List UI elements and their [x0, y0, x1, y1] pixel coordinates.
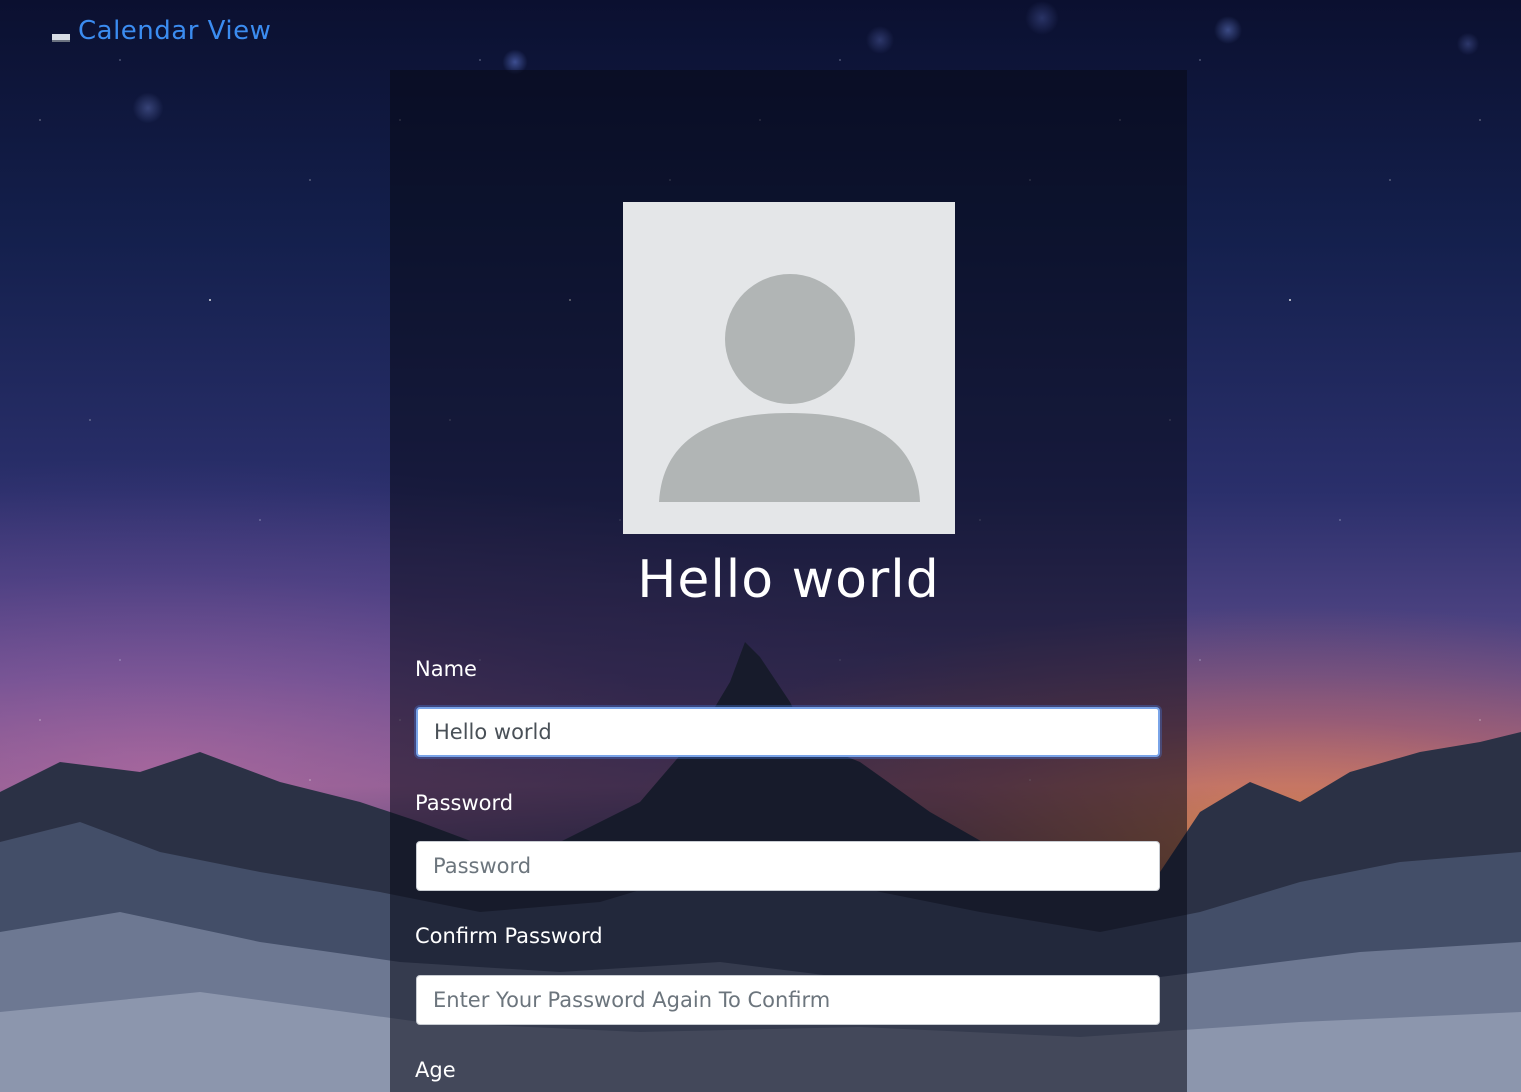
avatar — [623, 202, 955, 534]
calendar-view-link[interactable]: Calendar View — [78, 16, 271, 46]
profile-panel: Hello world Name Password Confirm Passwo… — [390, 70, 1187, 1092]
top-navigation: Calendar View — [52, 16, 271, 46]
name-label: Name — [415, 657, 477, 681]
age-label: Age — [415, 1058, 456, 1082]
user-silhouette-icon — [659, 274, 920, 502]
confirm-password-label: Confirm Password — [415, 924, 603, 948]
minimize-icon[interactable] — [52, 34, 70, 42]
password-label: Password — [415, 791, 514, 815]
name-field[interactable] — [416, 707, 1160, 757]
profile-name-heading: Hello world — [637, 550, 940, 610]
password-field[interactable] — [416, 841, 1160, 891]
confirm-password-field[interactable] — [416, 975, 1160, 1025]
